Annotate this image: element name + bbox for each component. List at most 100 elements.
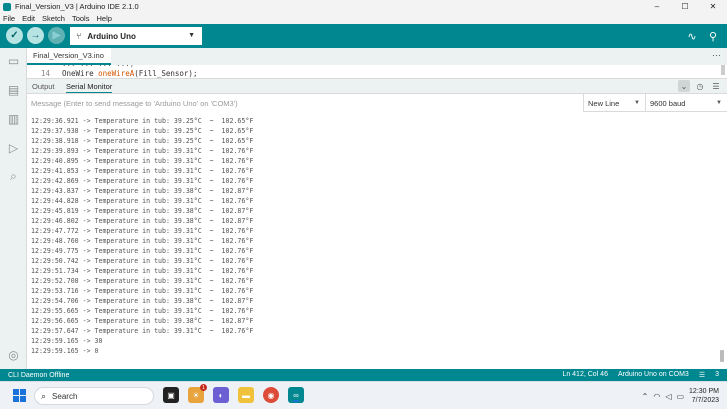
collapse-icon[interactable]: ⌄	[678, 80, 690, 92]
notification-count: 3	[715, 371, 719, 378]
chevron-down-icon: ▼	[716, 100, 722, 106]
line-ending-value: New Line	[588, 98, 620, 108]
monitor-line: 12:29:57.647 -> Temperature in tub: 39.3…	[31, 327, 254, 335]
battery-icon[interactable]: ▭	[676, 392, 684, 401]
teams-chat-icon[interactable]: ◐	[213, 387, 229, 403]
system-tray: ⌃ ◠ ◁ ▭ 12:30 PM 7/7/2023	[642, 382, 727, 410]
verify-button[interactable]: ✓	[6, 27, 23, 44]
baud-rate-select[interactable]: 9600 baud ▼	[645, 94, 727, 112]
menu-bar: File Edit Sketch Tools Help	[0, 13, 727, 24]
tab-serial-monitor[interactable]: Serial Monitor	[66, 82, 113, 93]
monitor-line: 12:29:38.918 -> Temperature in tub: 39.2…	[31, 137, 254, 145]
upload-button[interactable]: →	[27, 27, 44, 44]
window-controls: – ☐ ✕	[643, 0, 727, 13]
clock-time: 12:30 PM	[689, 388, 719, 395]
board-port-status[interactable]: Arduino Uno on COM3	[618, 371, 689, 379]
menu-sketch[interactable]: Sketch	[42, 14, 65, 23]
folder-icon[interactable]: ▭	[6, 53, 21, 68]
chrome-icon[interactable]: ◉	[263, 387, 279, 403]
monitor-line: 12:29:54.706 -> Temperature in tub: 39.3…	[31, 297, 254, 305]
code-args: (Fill_Sensor);	[134, 69, 198, 78]
serial-monitor-output[interactable]: 12:29:36.921 -> Temperature in tub: 39.2…	[27, 112, 727, 369]
serial-monitor-icon: ⚲	[708, 30, 718, 43]
search-icon: ⌕	[41, 390, 47, 401]
activity-sidebar: ▭ ▤ ▥ ▷ ⌕ ◎	[0, 48, 27, 369]
message-bar: New Line ▼ 9600 baud ▼	[27, 93, 727, 112]
tab-final-version-v3[interactable]: Final_Version_V3.ino	[27, 48, 111, 65]
notification-icon[interactable]: ☰	[699, 371, 705, 379]
menu-tools[interactable]: Tools	[72, 14, 90, 23]
usb-icon: ⑂	[76, 31, 82, 41]
chevron-down-icon: ▼	[634, 100, 640, 106]
board-selector[interactable]: ⑂ Arduino Uno ▼	[70, 27, 202, 45]
account-icon[interactable]: ◎	[6, 347, 21, 362]
file-explorer-icon[interactable]: ▬	[238, 387, 254, 403]
message-input[interactable]	[27, 94, 583, 112]
boards-manager-icon[interactable]: ▤	[6, 82, 21, 97]
monitor-line: 12:29:53.716 -> Temperature in tub: 39.3…	[31, 287, 254, 295]
title-bar: Final_Version_V3 | Arduino IDE 2.1.0 – ☐…	[0, 0, 727, 13]
cursor-position[interactable]: Ln 412, Col 46	[562, 371, 608, 379]
baud-rate-value: 9600 baud	[650, 98, 686, 108]
status-right: Ln 412, Col 46 Arduino Uno on COM3 ☰ 3	[562, 371, 719, 379]
monitor-scrollbar[interactable]	[720, 350, 724, 362]
code-editor[interactable]: ... ... ... ...) 14 OneWire oneWireA(Fil…	[27, 65, 727, 78]
monitor-line: 12:29:50.742 -> Temperature in tub: 39.3…	[31, 257, 254, 265]
debug-button[interactable]: ▶	[48, 27, 65, 44]
board-name: Arduino Uno	[87, 31, 136, 41]
monitor-line: 12:29:36.921 -> Temperature in tub: 39.2…	[31, 117, 254, 125]
taskbar-search-label: Search	[52, 391, 78, 401]
status-bar: CLI Daemon Offline Ln 412, Col 46 Arduin…	[0, 369, 727, 381]
monitor-line: 12:29:45.819 -> Temperature in tub: 39.3…	[31, 207, 254, 215]
serial-plotter-icon: ∿	[687, 30, 697, 43]
monitor-line: 12:29:48.760 -> Temperature in tub: 39.3…	[31, 237, 254, 245]
close-button[interactable]: ✕	[699, 0, 727, 13]
menu-file[interactable]: File	[3, 14, 15, 23]
menu-edit[interactable]: Edit	[22, 14, 35, 23]
monitor-line: 12:29:42.869 -> Temperature in tub: 39.3…	[31, 177, 254, 185]
caret-down-icon: ▼	[188, 32, 195, 39]
maximize-button[interactable]: ☐	[671, 0, 699, 13]
timestamp-icon[interactable]: ◷	[694, 80, 706, 92]
clear-output-icon[interactable]: ☰	[710, 80, 722, 92]
code-line: OneWire oneWireA(Fill_Sensor);	[62, 69, 197, 78]
monitor-line: 12:29:41.853 -> Temperature in tub: 39.3…	[31, 167, 254, 175]
arduino-taskbar-icon[interactable]: ∞	[288, 387, 304, 403]
search-icon[interactable]: ⌕	[6, 169, 21, 184]
menu-help[interactable]: Help	[96, 14, 111, 23]
chevron-up-icon[interactable]: ⌃	[642, 392, 649, 401]
widgets-badge: 1	[200, 384, 207, 391]
speaker-icon[interactable]: ◁	[665, 392, 671, 401]
clock[interactable]: 12:30 PM 7/7/2023	[689, 387, 719, 405]
monitor-line: 12:29:55.665 -> Temperature in tub: 39.3…	[31, 307, 254, 315]
code-identifier: oneWireA	[98, 69, 135, 78]
task-view-icon[interactable]: ▣	[163, 387, 179, 403]
monitor-line: 12:29:59.165 -> 30	[31, 337, 103, 345]
editor-scrollbar[interactable]	[721, 65, 725, 75]
monitor-line: 12:29:52.708 -> Temperature in tub: 39.3…	[31, 277, 254, 285]
serial-plotter-button[interactable]: ∿	[684, 28, 700, 44]
serial-monitor-button[interactable]: ⚲	[705, 28, 721, 44]
debug-sidebar-icon[interactable]: ▷	[6, 140, 21, 155]
widgets-icon[interactable]: ☀ 1	[188, 384, 207, 403]
monitor-line: 12:29:39.893 -> Temperature in tub: 39.3…	[31, 147, 254, 155]
taskbar-search[interactable]: ⌕ Search	[34, 387, 154, 405]
tab-output[interactable]: Output	[32, 82, 55, 91]
more-icon[interactable]: ⋯	[712, 50, 721, 61]
code-type: OneWire	[62, 69, 99, 78]
monitor-line: 12:29:51.734 -> Temperature in tub: 39.3…	[31, 267, 254, 275]
editor-tab-bar: Final_Version_V3.ino ⋯	[27, 48, 727, 65]
previous-line: ... ... ... ...)	[62, 65, 134, 68]
taskbar: ⌕ Search ▣ ☀ 1 ◐ ▬ ◉ ∞ ⌃ ◠ ◁ ▭ 12:30 PM 7…	[0, 381, 727, 409]
library-manager-icon[interactable]: ▥	[6, 111, 21, 126]
wifi-icon[interactable]: ◠	[653, 392, 660, 401]
minimize-button[interactable]: –	[643, 0, 671, 13]
monitor-line: 12:29:43.837 -> Temperature in tub: 39.3…	[31, 187, 254, 195]
monitor-line: 12:29:59.165 -> 0	[31, 347, 99, 355]
clock-date: 7/7/2023	[691, 397, 719, 404]
daemon-status: CLI Daemon Offline	[8, 371, 70, 379]
windows-start-icon[interactable]	[13, 389, 26, 402]
line-ending-select[interactable]: New Line ▼	[583, 94, 645, 112]
window-title: Final_Version_V3 | Arduino IDE 2.1.0	[15, 2, 139, 11]
check-icon: ✓	[10, 30, 19, 41]
